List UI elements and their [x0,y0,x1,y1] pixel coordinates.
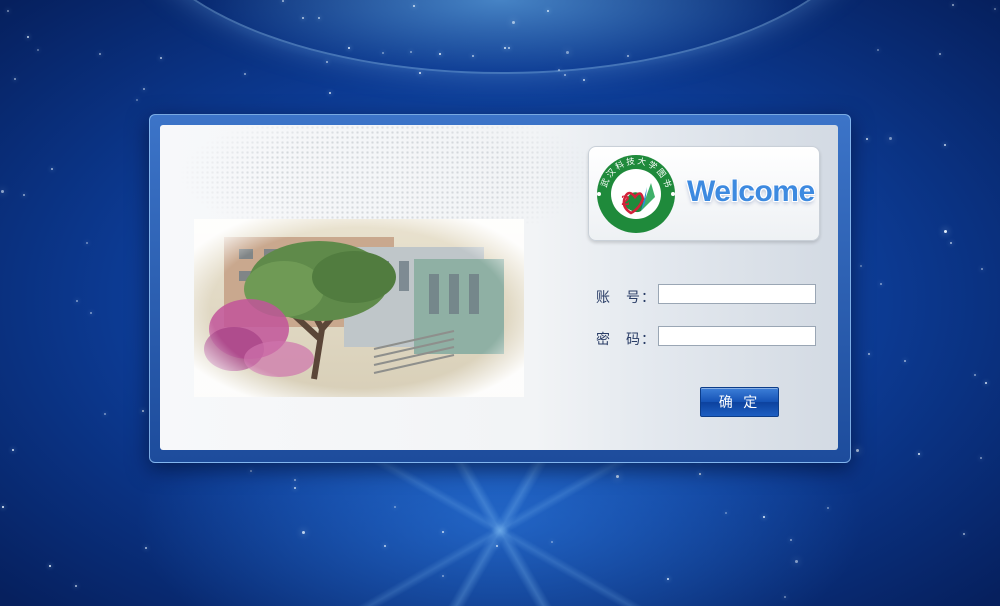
star [564,74,566,76]
star [944,230,947,233]
star [939,53,941,55]
star [627,55,629,57]
star [348,47,350,49]
star [880,283,882,285]
star [442,575,444,577]
star [889,137,892,140]
campus-photo [194,219,524,397]
star [104,413,106,415]
star [616,475,619,478]
star [980,457,982,459]
star [472,55,474,57]
star [985,382,987,384]
star [384,545,386,547]
star [868,353,870,355]
star [667,578,669,580]
star [950,242,952,244]
star [981,268,983,270]
star [512,21,515,24]
star [318,17,320,19]
star [974,374,976,376]
svg-text:2: 2 [621,194,630,209]
star [394,506,396,508]
star [827,507,829,509]
account-input[interactable] [658,284,816,304]
star [12,449,14,451]
login-panel: 武汉科技大学图书馆 2 Welcome 账 号： 密 码： 确 定 [160,125,838,450]
star [14,78,16,80]
star [302,17,304,19]
star [583,79,585,81]
star [326,61,328,63]
star [699,473,701,475]
star [763,516,765,518]
star [904,360,906,362]
star [790,539,792,541]
star [143,88,145,90]
star [160,57,162,59]
star [142,410,144,412]
star [442,531,444,533]
star [37,49,39,51]
star [413,5,415,7]
star [918,453,920,455]
star [329,92,331,94]
star [99,53,101,55]
star [860,265,862,267]
star [496,545,498,547]
star [419,72,421,74]
star [2,506,4,508]
welcome-heading: Welcome [687,175,815,208]
star [877,49,879,51]
star [866,138,868,140]
star [49,565,51,567]
star [145,547,147,549]
login-window: 武汉科技大学图书馆 2 Welcome 账 号： 密 码： 确 定 [149,114,851,463]
star [944,144,946,146]
password-label: 密 码： [596,332,656,348]
star [244,73,246,75]
star [294,479,296,481]
school-seal-icon: 武汉科技大学图书馆 2 [595,153,675,233]
light-rays [330,455,670,606]
star [90,312,92,314]
star [508,47,510,49]
star [1,190,4,193]
star [86,242,88,244]
star [136,99,138,101]
star [725,512,727,514]
star [566,51,569,54]
star [410,51,412,53]
star [547,10,549,12]
star [23,194,25,196]
password-input[interactable] [658,326,816,346]
star [784,596,786,598]
star [551,541,553,543]
star [75,585,77,587]
star [795,560,798,563]
confirm-button[interactable]: 确 定 [700,387,779,417]
school-logo-banner: 武汉科技大学图书馆 2 Welcome [588,146,820,241]
star [382,52,384,54]
star [7,10,9,12]
star [856,449,859,452]
star [27,36,29,38]
star [952,4,954,6]
star [250,470,252,472]
star [994,8,996,10]
star [558,69,560,71]
star [282,0,284,2]
star [294,487,296,489]
star [302,531,305,534]
star [963,533,965,535]
star [76,300,78,302]
light-arc [130,0,874,74]
star [51,168,53,170]
account-label: 账 号： [596,290,656,306]
star [504,47,506,49]
star [439,53,441,55]
